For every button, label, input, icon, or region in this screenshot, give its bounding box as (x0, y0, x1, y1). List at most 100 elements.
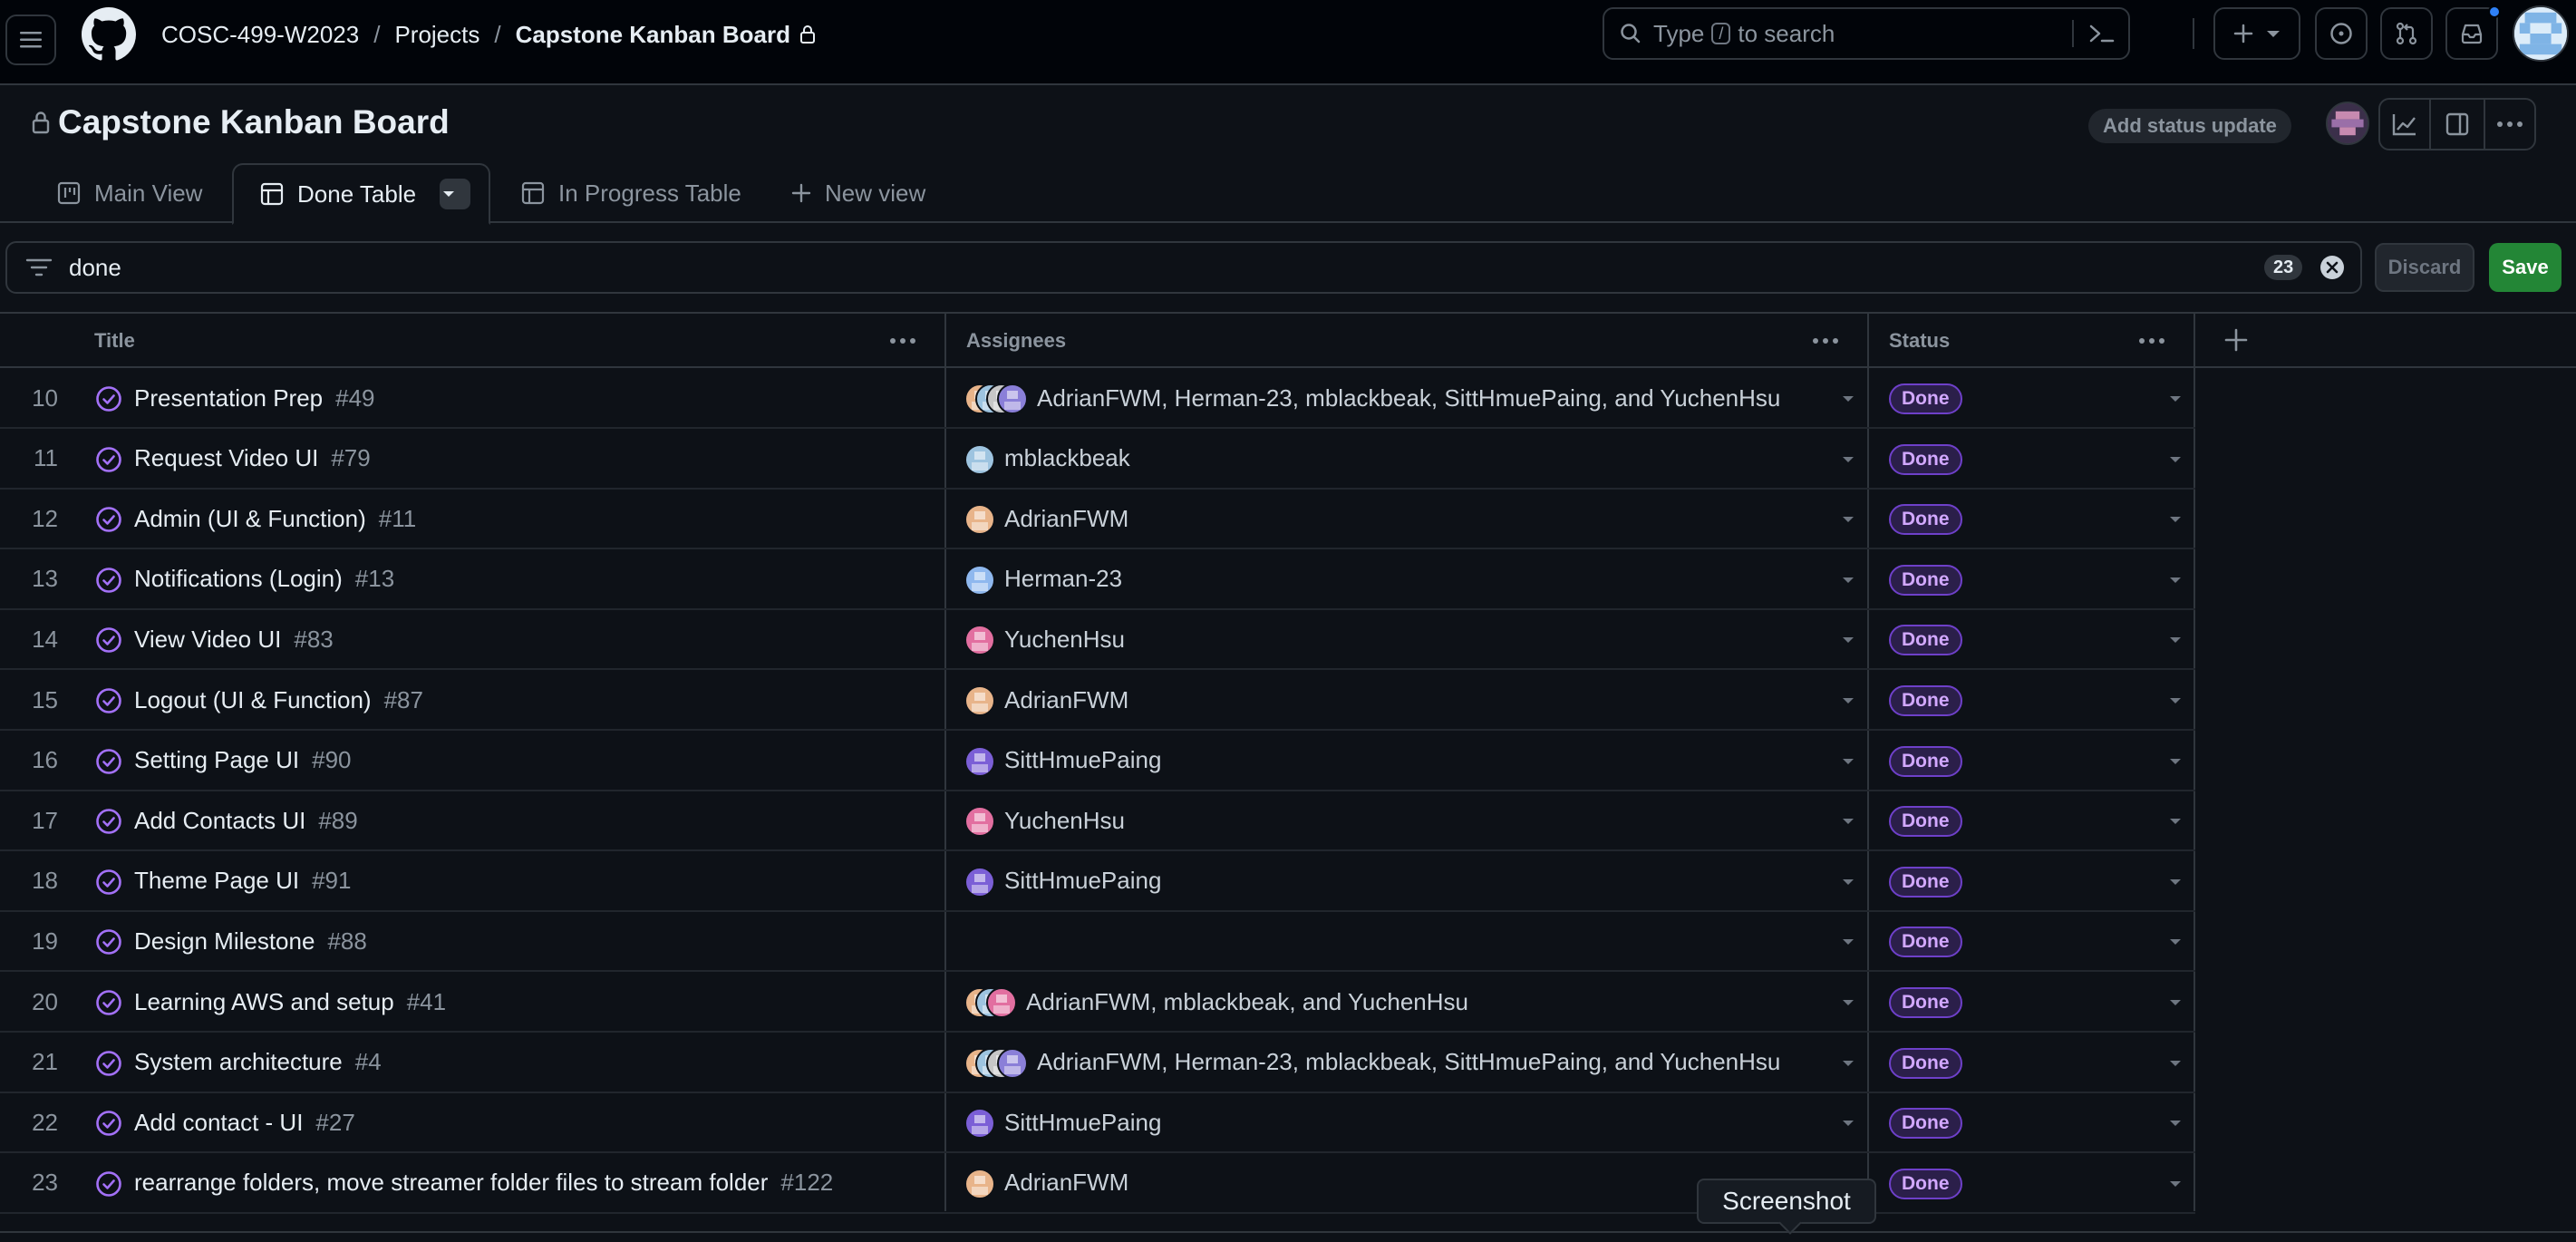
status-badge[interactable]: Done (1889, 745, 1962, 777)
table-row[interactable]: 11 Request Video UI #79 mblackbeak Done (0, 429, 2195, 490)
assignees-text[interactable]: mblackbeak (1004, 429, 1130, 489)
table-row[interactable]: 15 Logout (UI & Function) #87 AdrianFWM … (0, 670, 2195, 731)
column-header-assignees[interactable]: Assignees (966, 314, 1066, 368)
table-row[interactable]: 17 Add Contacts UI #89 YuchenHsu Done (0, 791, 2195, 852)
assignees-dropdown-icon[interactable] (1841, 757, 1855, 766)
issue-title[interactable]: Learning AWS and setup #41 (134, 972, 446, 1032)
issue-title[interactable]: Theme Page UI #91 (134, 851, 351, 911)
status-dropdown-icon[interactable] (2168, 937, 2183, 946)
assignees-dropdown-icon[interactable] (1841, 817, 1855, 826)
breadcrumb-project[interactable]: Capstone Kanban Board (516, 21, 790, 49)
issue-title-text[interactable]: Request Video UI (134, 444, 318, 472)
assignees-text[interactable]: AdrianFWM (1004, 670, 1128, 730)
issue-title[interactable]: Add contact - UI #27 (134, 1092, 355, 1152)
issue-title-text[interactable]: Learning AWS and setup (134, 988, 394, 1016)
assignees-dropdown-icon[interactable] (1841, 576, 1855, 585)
assignees-dropdown-icon[interactable] (1841, 515, 1855, 524)
assignees-text[interactable]: AdrianFWM, Herman-23, mblackbeak, SittHm… (1037, 1033, 1780, 1092)
table-row[interactable]: 22 Add contact - UI #27 SittHmuePaing Do… (0, 1092, 2195, 1154)
assignees-dropdown-icon[interactable] (1841, 878, 1855, 887)
status-badge[interactable]: Done (1889, 927, 1962, 958)
assignee-avatar[interactable] (997, 383, 1028, 414)
assignees-dropdown-icon[interactable] (1841, 1119, 1855, 1128)
column-menu-icon[interactable] (888, 328, 917, 354)
create-new-button[interactable] (2213, 7, 2300, 60)
issue-title-text[interactable]: Admin (UI & Function) (134, 505, 366, 533)
issue-title[interactable]: Add Contacts UI #89 (134, 791, 358, 850)
menu-button[interactable] (5, 15, 56, 65)
tab-done-table[interactable]: Done Table (232, 163, 491, 225)
status-dropdown-icon[interactable] (2168, 696, 2183, 705)
assignee-avatar[interactable] (997, 1047, 1028, 1079)
status-dropdown-icon[interactable] (2168, 1179, 2183, 1189)
assignee-avatar[interactable] (964, 1108, 995, 1140)
assignee-avatar[interactable] (964, 564, 995, 596)
assignee-avatar[interactable] (964, 625, 995, 656)
issues-button[interactable] (2315, 7, 2368, 60)
discard-button[interactable]: Discard (2375, 243, 2474, 292)
issue-title-text[interactable]: Setting Page UI (134, 746, 299, 774)
issue-title[interactable]: Setting Page UI #90 (134, 731, 352, 791)
issue-title-text[interactable]: Add contact - UI (134, 1109, 303, 1137)
status-dropdown-icon[interactable] (2168, 455, 2183, 464)
issue-title[interactable]: Admin (UI & Function) #11 (134, 489, 416, 548)
table-row[interactable]: 18 Theme Page UI #91 SittHmuePaing Done (0, 851, 2195, 912)
status-badge[interactable]: Done (1889, 1047, 1962, 1079)
assignees-text[interactable]: YuchenHsu (1004, 609, 1125, 669)
status-badge[interactable]: Done (1889, 383, 1962, 414)
issue-title-text[interactable]: Design Milestone (134, 927, 315, 956)
table-row[interactable]: 10 Presentation Prep #49 AdrianFWM, Herm… (0, 368, 2195, 429)
status-dropdown-icon[interactable] (2168, 1059, 2183, 1068)
issue-title[interactable]: Notifications (Login) #13 (134, 549, 394, 609)
save-button[interactable]: Save (2489, 243, 2561, 292)
assignees-dropdown-icon[interactable] (1841, 1059, 1855, 1068)
status-badge[interactable]: Done (1889, 1108, 1962, 1140)
status-dropdown-icon[interactable] (2168, 1119, 2183, 1128)
insights-button[interactable] (2378, 98, 2431, 150)
github-logo-icon[interactable] (82, 7, 136, 62)
search-input[interactable]: Type / to search (1603, 7, 2130, 60)
status-dropdown-icon[interactable] (2168, 394, 2183, 403)
status-badge[interactable]: Done (1889, 987, 1962, 1018)
issue-title[interactable]: Logout (UI & Function) #87 (134, 670, 423, 730)
status-dropdown-icon[interactable] (2168, 817, 2183, 826)
add-field-button[interactable] (2223, 326, 2250, 354)
issue-title-text[interactable]: View Video UI (134, 626, 281, 654)
tab-main-view[interactable]: Main View (56, 163, 202, 223)
assignee-avatar[interactable] (964, 685, 995, 716)
project-menu-button[interactable] (2484, 98, 2536, 150)
issue-title-text[interactable]: Add Contacts UI (134, 807, 305, 835)
issue-title-text[interactable]: Logout (UI & Function) (134, 686, 372, 714)
issue-title[interactable]: Presentation Prep #49 (134, 368, 375, 428)
issue-title-text[interactable]: Presentation Prep (134, 384, 323, 412)
assignee-avatar[interactable] (964, 745, 995, 777)
status-badge[interactable]: Done (1889, 685, 1962, 716)
status-badge[interactable]: Done (1889, 504, 1962, 536)
status-dropdown-icon[interactable] (2168, 757, 2183, 766)
assignee-avatar[interactable] (964, 806, 995, 838)
assignees-dropdown-icon[interactable] (1841, 937, 1855, 946)
column-header-title[interactable]: Title (94, 314, 135, 368)
assignees-text[interactable]: AdrianFWM (1004, 489, 1128, 548)
issue-title[interactable]: Request Video UI #79 (134, 429, 371, 489)
status-dropdown-icon[interactable] (2168, 515, 2183, 524)
assignees-text[interactable]: SittHmuePaing (1004, 1092, 1161, 1152)
table-row[interactable]: 14 View Video UI #83 YuchenHsu Done (0, 609, 2195, 671)
view-options-button[interactable] (440, 179, 471, 209)
breadcrumb-org[interactable]: COSC-499-W2023 (161, 21, 359, 49)
assignees-dropdown-icon[interactable] (1841, 394, 1855, 403)
assignees-dropdown-icon[interactable] (1841, 998, 1855, 1007)
assignees-text[interactable]: YuchenHsu (1004, 791, 1125, 850)
issue-title[interactable]: Design Milestone #88 (134, 911, 367, 971)
assignees-dropdown-icon[interactable] (1841, 696, 1855, 705)
table-row[interactable]: 16 Setting Page UI #90 SittHmuePaing Don… (0, 731, 2195, 791)
assignees-text[interactable]: SittHmuePaing (1004, 731, 1161, 791)
project-owner-avatar[interactable] (2326, 102, 2369, 145)
avatar[interactable] (2513, 5, 2569, 62)
clear-filter-icon[interactable] (2319, 254, 2346, 281)
side-panel-button[interactable] (2431, 98, 2484, 150)
assignees-text[interactable]: Herman-23 (1004, 549, 1122, 609)
tab-in-progress-table[interactable]: In Progress Table (520, 163, 741, 223)
breadcrumb-projects[interactable]: Projects (394, 21, 479, 49)
column-menu-icon[interactable] (2137, 328, 2166, 354)
